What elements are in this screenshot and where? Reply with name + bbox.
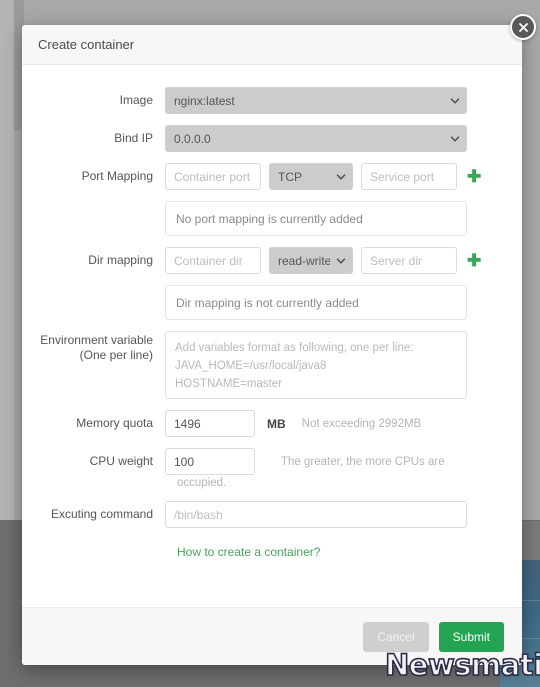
form-row-bind-ip: Bind IP 0.0.0.0 [40, 125, 504, 152]
form-row-cpu-weight: CPU weight The greater, the more CPUs ar… [40, 448, 504, 475]
port-mapping-label: Port Mapping [81, 169, 153, 183]
dialog-header: Create container [22, 25, 522, 65]
add-port-mapping-plus-icon[interactable]: ✚ [467, 168, 481, 185]
port-mapping-empty-message: No port mapping is currently added [165, 201, 467, 236]
memory-quota-input[interactable] [165, 410, 255, 437]
environment-label: Environment variable (One per line) [40, 331, 165, 363]
page-background: Create container Image nginx:latest Bind… [0, 0, 540, 687]
cancel-button[interactable]: Cancel [363, 621, 429, 652]
protocol-select[interactable]: TCP [269, 163, 353, 190]
cpu-weight-label: CPU weight [89, 454, 153, 468]
executing-command-label: Excuting command [50, 507, 153, 521]
environment-label-line1: Environment variable [40, 333, 153, 347]
service-port-input[interactable] [361, 163, 457, 190]
bind-ip-select-wrap: 0.0.0.0 [165, 125, 467, 152]
container-port-input[interactable] [165, 163, 261, 190]
memory-quota-unit: MB [267, 416, 286, 431]
protocol-select-wrap: TCP [269, 163, 353, 190]
add-dir-mapping-plus-icon[interactable]: ✚ [467, 252, 481, 269]
newsmatic-watermark: Newsmatic [384, 647, 540, 683]
form-row-port-mapping: Port Mapping TCP ✚ [40, 163, 504, 190]
cpu-weight-hint-line2: occupied. [177, 477, 227, 489]
container-dir-input[interactable] [165, 247, 261, 274]
form-row-port-mapping-empty: No port mapping is currently added [40, 201, 504, 236]
image-select[interactable]: nginx:latest [165, 87, 467, 114]
memory-quota-hint: Not exceeding 2992MB [301, 417, 422, 430]
memory-quota-label: Memory quota [76, 416, 153, 430]
port-mapping-empty-spacer [40, 201, 165, 207]
cpu-weight-input[interactable] [165, 448, 255, 475]
form-row-environment: Environment variable (One per line) [40, 331, 504, 399]
dialog-title: Create container [38, 37, 135, 52]
form-row-executing-command: Excuting command [40, 501, 504, 528]
dir-mapping-label: Dir mapping [88, 253, 153, 267]
create-container-dialog: Create container Image nginx:latest Bind… [22, 14, 536, 665]
form-row-memory-quota: Memory quota MB Not exceeding 2992MB [40, 410, 504, 437]
dialog-body: Image nginx:latest Bind IP 0.0.0.0 Port … [22, 65, 522, 607]
image-label: Image [119, 93, 153, 107]
dir-mapping-empty-spacer [40, 285, 165, 291]
image-select-wrap: nginx:latest [165, 87, 467, 114]
environment-label-line2: (One per line) [79, 348, 153, 362]
how-to-create-container-link[interactable]: How to create a container? [177, 545, 320, 559]
form-row-image: Image nginx:latest [40, 87, 504, 114]
background-left-strip [0, 0, 14, 520]
dir-mapping-empty-message: Dir mapping is not currently added [165, 285, 467, 320]
dir-mode-select[interactable]: read-write [269, 247, 353, 274]
form-row-dir-mapping-empty: Dir mapping is not currently added [40, 285, 504, 320]
close-icon[interactable] [510, 14, 536, 40]
cpu-weight-hint-line1: The greater, the more CPUs are [281, 455, 445, 468]
server-dir-input[interactable] [361, 247, 457, 274]
form-row-dir-mapping: Dir mapping read-write ✚ [40, 247, 504, 274]
bind-ip-select[interactable]: 0.0.0.0 [165, 125, 467, 152]
executing-command-input[interactable] [165, 501, 467, 528]
environment-variable-textarea[interactable] [165, 331, 467, 399]
dir-mode-select-wrap: read-write [269, 247, 353, 274]
submit-button[interactable]: Submit [438, 621, 504, 652]
bind-ip-label: Bind IP [114, 131, 153, 145]
